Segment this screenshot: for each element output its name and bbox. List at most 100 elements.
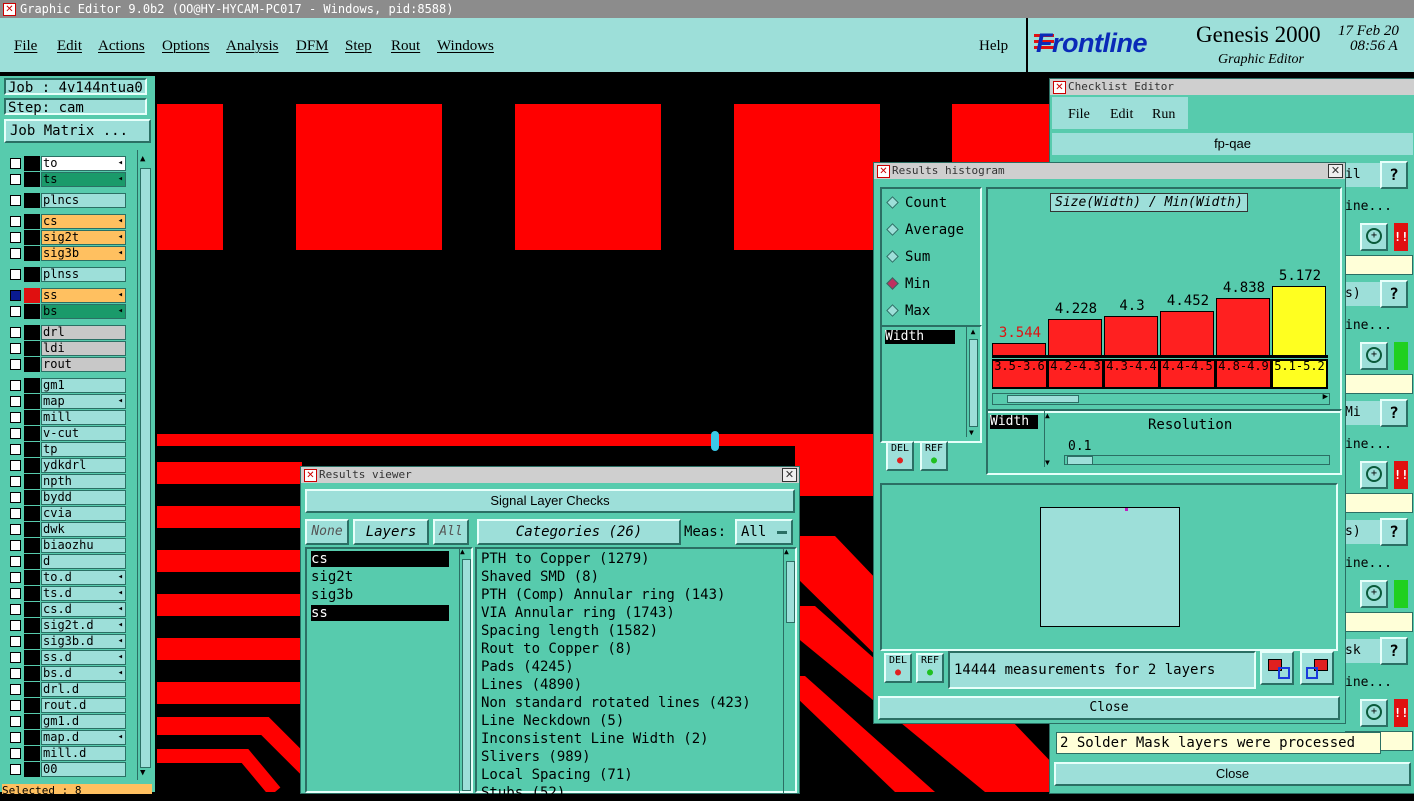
layer-name[interactable]: v-cut xyxy=(41,426,126,441)
layer-name[interactable]: d xyxy=(41,554,126,569)
menu-step[interactable]: Step xyxy=(345,38,372,55)
zoom-results-button[interactable]: + xyxy=(1360,342,1388,370)
layer-color-swatch[interactable] xyxy=(24,230,40,245)
slider-thumb[interactable] xyxy=(1067,456,1093,465)
layer-color-swatch[interactable] xyxy=(24,325,40,340)
layer-color-swatch[interactable] xyxy=(24,570,40,585)
layer-color-swatch[interactable] xyxy=(24,554,40,569)
zoom-results-button[interactable]: + xyxy=(1360,223,1388,251)
layer-row[interactable]: bs ◂ xyxy=(8,304,126,319)
viewer-close-icon[interactable]: ✕ xyxy=(782,468,797,482)
layer-row[interactable]: map.d ◂ xyxy=(8,730,126,745)
layer-row[interactable]: rout xyxy=(8,357,126,372)
layer-name[interactable]: tp xyxy=(41,442,126,457)
layer-row[interactable]: ldi xyxy=(8,341,126,356)
layer-row[interactable]: ss.d ◂ xyxy=(8,650,126,665)
checklist-menu-run[interactable]: Run xyxy=(1152,107,1175,123)
meas-select[interactable]: All xyxy=(735,519,793,545)
layer-row[interactable]: ss ◂ xyxy=(8,288,126,303)
menu-rout[interactable]: Rout xyxy=(391,38,420,55)
layer-checkbox[interactable] xyxy=(10,604,21,615)
checklist-menu-file[interactable]: File xyxy=(1068,107,1090,123)
layer-color-swatch[interactable] xyxy=(24,698,40,713)
layer-name[interactable]: to.d ◂ xyxy=(41,570,126,585)
layer-name[interactable]: gm1.d xyxy=(41,714,126,729)
help-button[interactable]: ? xyxy=(1380,161,1408,189)
category-list-item[interactable]: Lines (4890) xyxy=(481,677,582,693)
layer-name[interactable]: ydkdrl xyxy=(41,458,126,473)
layer-color-swatch[interactable] xyxy=(24,394,40,409)
zoom-fit-button[interactable] xyxy=(1260,651,1294,685)
category-list-item[interactable]: Line Neckdown (5) xyxy=(481,713,624,729)
layer-row[interactable]: sig2t.d ◂ xyxy=(8,618,126,633)
scroll-down-icon[interactable]: ▼ xyxy=(1045,458,1050,467)
layer-name[interactable]: cs ◂ xyxy=(41,214,126,229)
histogram-close-icon[interactable]: ✕ xyxy=(1328,164,1343,178)
layer-color-swatch[interactable] xyxy=(24,357,40,372)
category-list-item[interactable]: Shaved SMD (8) xyxy=(481,569,599,585)
layer-checkbox[interactable] xyxy=(10,540,21,551)
zoom-results-button[interactable]: + xyxy=(1360,699,1388,727)
layer-checkbox[interactable] xyxy=(10,684,21,695)
layer-color-swatch[interactable] xyxy=(24,442,40,457)
checklist-row-params[interactable]: ine... xyxy=(1345,318,1393,336)
category-list-item[interactable]: Non standard rotated lines (423) xyxy=(481,695,751,711)
layer-color-swatch[interactable] xyxy=(24,538,40,553)
layer-name[interactable]: rout.d xyxy=(41,698,126,713)
mode-radio-max[interactable]: Max xyxy=(886,303,930,319)
histogram-bar[interactable] xyxy=(1104,316,1158,355)
layer-checkbox[interactable] xyxy=(10,716,21,727)
layer-checkbox[interactable] xyxy=(10,327,21,338)
layer-color-swatch[interactable] xyxy=(24,246,40,261)
layer-row[interactable]: mill xyxy=(8,410,126,425)
layer-checkbox[interactable] xyxy=(10,412,21,423)
layer-row[interactable]: ts ◂ xyxy=(8,172,126,187)
layer-row[interactable]: to.d ◂ xyxy=(8,570,126,585)
category-list-item[interactable]: Inconsistent Line Width (2) xyxy=(481,731,709,747)
layer-name[interactable]: npth xyxy=(41,474,126,489)
layer-row[interactable]: plnss xyxy=(8,267,126,282)
histogram-bar[interactable] xyxy=(1160,311,1214,355)
layer-color-swatch[interactable] xyxy=(24,172,40,187)
histogram-bar[interactable] xyxy=(1048,319,1102,355)
layer-name[interactable]: ts.d ◂ xyxy=(41,586,126,601)
layer-color-swatch[interactable] xyxy=(24,762,40,777)
layer-row[interactable]: plncs xyxy=(8,193,126,208)
layer-color-swatch[interactable] xyxy=(24,522,40,537)
menu-windows[interactable]: Windows xyxy=(437,38,494,55)
layer-name[interactable]: to ◂ xyxy=(41,156,126,171)
layer-color-swatch[interactable] xyxy=(24,682,40,697)
ref-button[interactable]: REF ● xyxy=(920,441,948,471)
layer-checkbox[interactable] xyxy=(10,359,21,370)
menu-options[interactable]: Options xyxy=(162,38,210,55)
layer-row[interactable]: 00 xyxy=(8,762,126,777)
layer-list-item[interactable]: sig3b xyxy=(311,587,449,603)
layer-name[interactable]: map ◂ xyxy=(41,394,126,409)
layer-color-swatch[interactable] xyxy=(24,714,40,729)
layer-row[interactable]: sig3b ◂ xyxy=(8,246,126,261)
layer-color-swatch[interactable] xyxy=(24,410,40,425)
resolution-scrollbar[interactable]: ▲ ▼ xyxy=(1044,411,1055,467)
mode-radio-count[interactable]: Count xyxy=(886,195,947,211)
layer-row[interactable]: bydd xyxy=(8,490,126,505)
chart-scrollbar[interactable]: ▶ xyxy=(992,392,1330,405)
layer-row[interactable]: rout.d xyxy=(8,698,126,713)
checklist-menu-edit[interactable]: Edit xyxy=(1110,107,1133,123)
category-list-item[interactable]: Slivers (989) xyxy=(481,749,591,765)
layer-color-swatch[interactable] xyxy=(24,378,40,393)
menu-actions[interactable]: Actions xyxy=(98,38,145,55)
zoom-results-button[interactable]: + xyxy=(1360,461,1388,489)
layer-checkbox[interactable] xyxy=(10,248,21,259)
layer-row[interactable]: drl xyxy=(8,325,126,340)
layer-color-swatch[interactable] xyxy=(24,156,40,171)
scroll-down-icon[interactable]: ▼ xyxy=(140,768,145,778)
layer-checkbox[interactable] xyxy=(10,572,21,583)
layer-list-item[interactable]: ss xyxy=(311,605,449,621)
layer-checkbox[interactable] xyxy=(10,195,21,206)
category-list-scrollbar[interactable]: ▲ xyxy=(783,547,796,793)
layer-checkbox[interactable] xyxy=(10,588,21,599)
layer-checkbox[interactable] xyxy=(10,444,21,455)
category-list-item[interactable]: PTH (Comp) Annular ring (143) xyxy=(481,587,725,603)
del-button[interactable]: DEL ● xyxy=(886,441,914,471)
layer-row[interactable]: cs.d ◂ xyxy=(8,602,126,617)
